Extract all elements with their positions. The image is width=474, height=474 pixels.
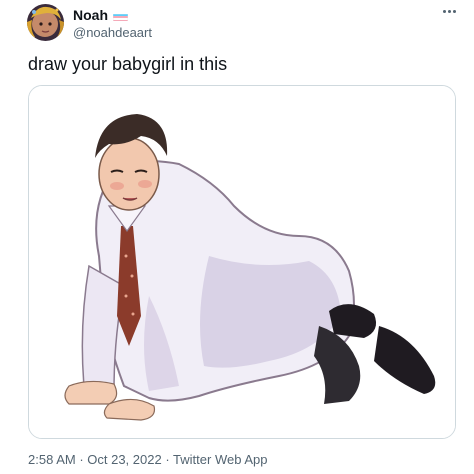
more-dot (452, 9, 456, 13)
tweet-meta: 2:58 AM · Oct 23, 2022 · Twitter Web App (28, 452, 267, 468)
tweet-date[interactable]: Oct 23, 2022 (87, 452, 161, 467)
more-dot (442, 9, 446, 13)
avatar[interactable] (27, 4, 64, 41)
author-display-name[interactable]: Noah (73, 6, 108, 24)
more-options-icon[interactable] (438, 4, 460, 18)
more-dot (447, 9, 451, 13)
author-handle[interactable]: @noahdeaart (73, 25, 152, 41)
tweet-media-image[interactable] (28, 85, 456, 439)
tweet: Noah @noahdeaart draw your babygirl in t… (0, 0, 474, 474)
tweet-time[interactable]: 2:58 AM (28, 452, 76, 467)
author-name-row: Noah (73, 6, 128, 24)
meta-separator: · (161, 452, 174, 467)
tweet-source[interactable]: Twitter Web App (173, 452, 267, 467)
meta-separator: · (75, 452, 88, 467)
trans-flag-icon (113, 11, 128, 21)
tweet-text: draw your babygirl in this (28, 54, 228, 74)
